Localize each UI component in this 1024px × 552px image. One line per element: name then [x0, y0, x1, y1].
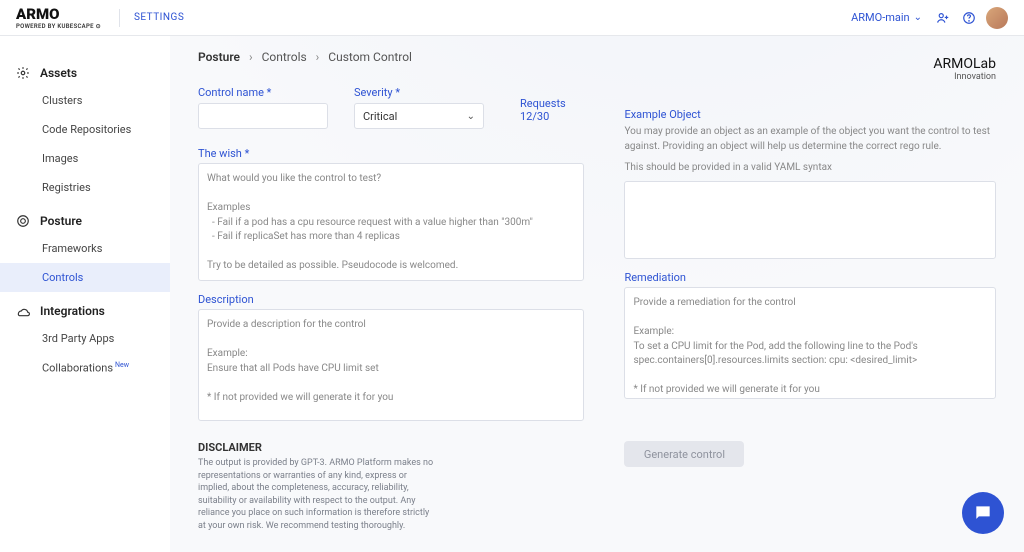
logo-subtext: POWERED BY KUBESCAPE ⊙	[16, 23, 101, 30]
example-hint2: This should be provided in a valid YAML …	[624, 160, 996, 175]
chevron-down-icon: ⌄	[467, 111, 475, 122]
sidebar-item-frameworks[interactable]: Frameworks	[0, 234, 170, 263]
main-content: Posture › Controls › Custom Control Cont…	[170, 36, 1024, 552]
sidebar-group-integrations[interactable]: Integrations	[0, 298, 170, 324]
wish-textarea[interactable]: What would you like the control to test?…	[198, 163, 584, 281]
severity-value: Critical	[363, 110, 397, 123]
sidebar-item-label: Collaborations	[42, 362, 113, 375]
example-label: Example Object	[624, 108, 996, 121]
sidebar-item-clusters[interactable]: Clusters	[0, 86, 170, 115]
avatar[interactable]	[986, 7, 1008, 29]
sidebar-item-collaborations[interactable]: CollaborationsNew	[0, 353, 170, 383]
new-badge: New	[115, 361, 129, 369]
sidebar-label: Integrations	[40, 304, 105, 318]
control-name-label: Control name *	[198, 86, 328, 99]
example-hint: You may provide an object as an example …	[624, 124, 996, 154]
breadcrumb-part[interactable]: Posture	[198, 50, 240, 64]
disclaimer: DISCLAIMER The output is provided by GPT…	[198, 441, 584, 533]
help-icon[interactable]	[960, 9, 978, 27]
breadcrumb-part: Custom Control	[328, 50, 412, 64]
tenant-selector[interactable]: ARMO-main	[851, 11, 910, 24]
divider	[119, 9, 120, 27]
chat-icon	[973, 503, 993, 523]
disclaimer-title: DISCLAIMER	[198, 441, 584, 454]
severity-label: Severity *	[354, 86, 484, 99]
sidebar-item-registries[interactable]: Registries	[0, 173, 170, 202]
sidebar-item-controls[interactable]: Controls	[0, 263, 170, 292]
chevron-down-icon[interactable]: ⌄	[914, 12, 922, 23]
remediation-textarea[interactable]: Provide a remediation for the control Ex…	[624, 287, 996, 399]
breadcrumb-part[interactable]: Controls	[262, 50, 307, 64]
sidebar-group-assets[interactable]: Assets	[0, 60, 170, 86]
example-textarea[interactable]	[624, 181, 996, 259]
sidebar-group-posture[interactable]: Posture	[0, 208, 170, 234]
severity-select[interactable]: Critical ⌄	[354, 103, 484, 129]
wish-label: The wish *	[198, 147, 584, 160]
breadcrumb: Posture › Controls › Custom Control	[198, 50, 996, 64]
chat-fab[interactable]	[962, 492, 1004, 534]
description-label: Description	[198, 293, 584, 306]
sidebar-item-3rd-party[interactable]: 3rd Party Apps	[0, 324, 170, 353]
user-add-icon[interactable]	[934, 9, 952, 27]
remediation-label: Remediation	[624, 271, 996, 284]
app-header: ARMO POWERED BY KUBESCAPE ⊙ SETTINGS ARM…	[0, 0, 1024, 36]
logo[interactable]: ARMO POWERED BY KUBESCAPE ⊙	[16, 5, 101, 30]
armolab-badge: ARMOLab Innovation	[933, 56, 996, 82]
sidebar-label: Assets	[40, 66, 77, 80]
sidebar-label: Posture	[40, 214, 82, 228]
disclaimer-body: The output is provided by GPT-3. ARMO Pl…	[198, 457, 438, 533]
description-textarea[interactable]: Provide a description for the control Ex…	[198, 309, 584, 421]
settings-link[interactable]: SETTINGS	[134, 12, 184, 23]
sidebar-item-code-repos[interactable]: Code Repositories	[0, 115, 170, 144]
requests-counter: Requests 12/30	[520, 97, 584, 129]
sidebar: Assets Clusters Code Repositories Images…	[0, 36, 170, 552]
logo-text: ARMO	[16, 5, 101, 23]
control-name-input[interactable]	[198, 103, 328, 129]
generate-control-button[interactable]: Generate control	[624, 441, 744, 467]
sidebar-item-images[interactable]: Images	[0, 144, 170, 173]
